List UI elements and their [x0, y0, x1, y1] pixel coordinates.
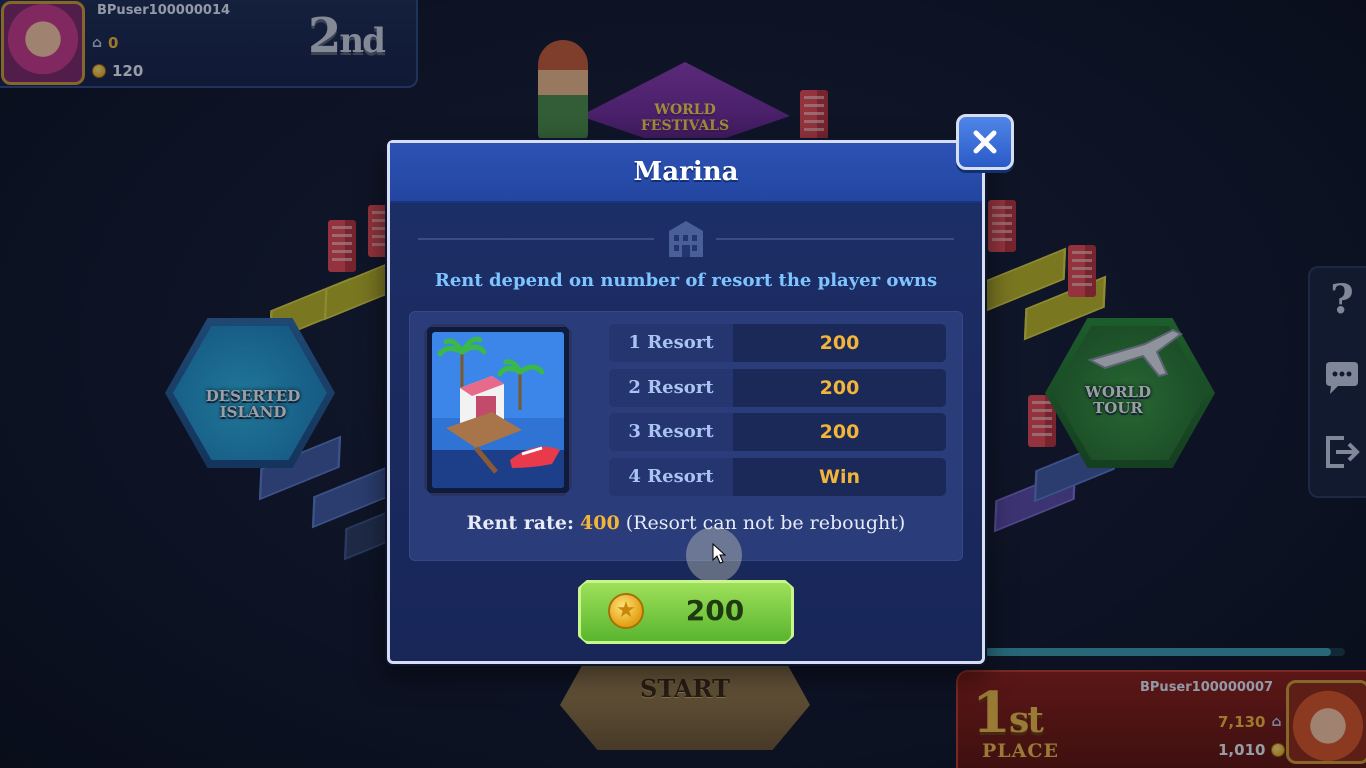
- rent-row: 4 Resort Win: [609, 458, 946, 496]
- dialog-header: Marina: [390, 143, 982, 203]
- rent-row: 2 Resort 200: [609, 369, 946, 407]
- rent-row-label: 4 Resort: [609, 458, 733, 496]
- divider: [418, 238, 654, 240]
- mouse-cursor-icon: [712, 543, 726, 564]
- rent-rate-value: 400: [580, 512, 620, 534]
- dialog-title: Marina: [633, 157, 739, 187]
- divider: [716, 238, 954, 240]
- rent-description: Rent depend on number of resort the play…: [434, 270, 938, 291]
- rent-rate-label: Rent rate:: [466, 512, 574, 534]
- coin-icon: [608, 593, 644, 629]
- rent-row-value: 200: [733, 413, 946, 451]
- rent-row-label: 1 Resort: [609, 324, 733, 362]
- rent-row-value: 200: [733, 324, 946, 362]
- buy-price: 200: [685, 594, 745, 627]
- rent-rate-note: (Resort can not be rebought): [625, 512, 906, 534]
- rent-row-value: Win: [733, 458, 946, 496]
- rent-row: 3 Resort 200: [609, 413, 946, 451]
- rent-row-value: 200: [733, 369, 946, 407]
- rent-row-label: 2 Resort: [609, 369, 733, 407]
- rent-row: 1 Resort 200: [609, 324, 946, 362]
- building-icon: [669, 221, 703, 257]
- marina-image: [432, 332, 564, 488]
- rent-row-label: 3 Resort: [609, 413, 733, 451]
- marina-illustration: [432, 336, 564, 488]
- rent-rate-line: Rent rate: 400 (Resort can not be reboug…: [387, 512, 985, 534]
- close-icon: [973, 130, 997, 154]
- close-button[interactable]: [956, 114, 1014, 170]
